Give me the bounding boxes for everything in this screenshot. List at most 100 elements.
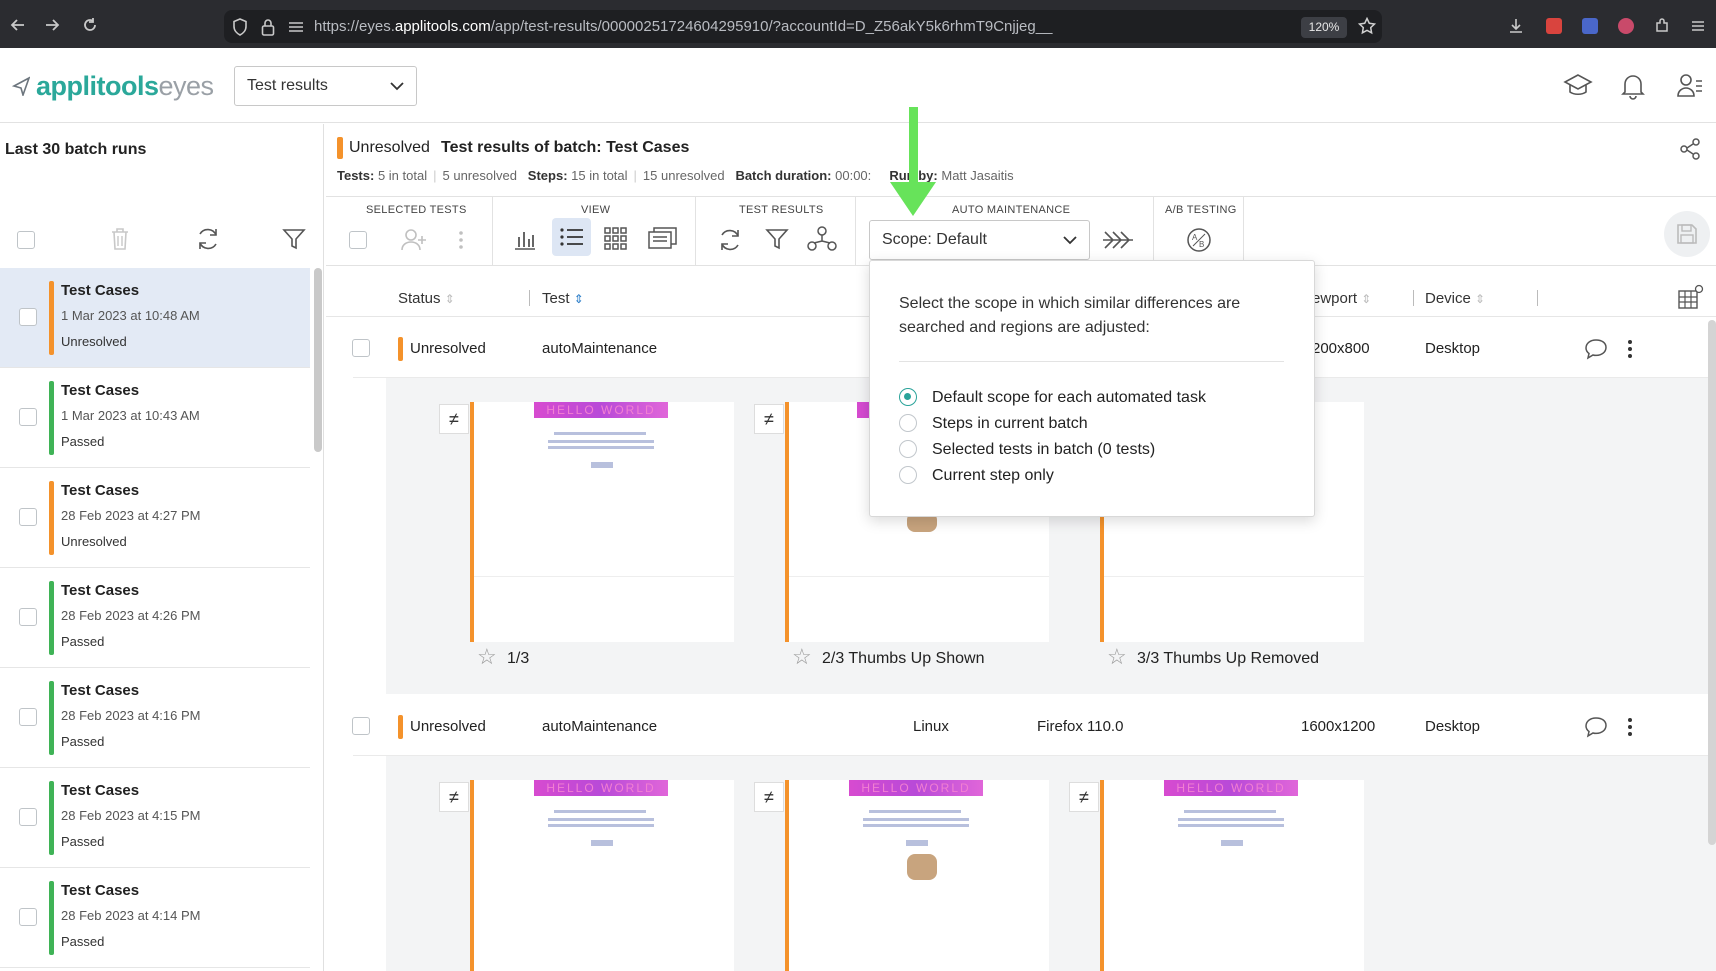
graduation-cap-icon[interactable] — [1563, 72, 1593, 100]
batch-checkbox[interactable] — [19, 408, 37, 426]
scope-dropdown[interactable]: Scope: Default — [869, 220, 1090, 260]
extension-record-icon[interactable] — [1618, 18, 1634, 34]
step-thumbnail[interactable]: HELLO WORLD — [470, 402, 734, 642]
batch-checkbox[interactable] — [19, 508, 37, 526]
share-icon[interactable] — [1679, 138, 1701, 160]
batch-checkbox[interactable] — [19, 808, 37, 826]
comment-icon[interactable] — [1584, 338, 1608, 360]
more-vertical-icon[interactable] — [1627, 717, 1633, 737]
extensions-puzzle-icon[interactable] — [1654, 18, 1670, 34]
refresh-icon[interactable] — [195, 226, 221, 252]
batch-date: 28 Feb 2023 at 4:14 PM — [61, 908, 201, 923]
scope-option-radio[interactable] — [899, 414, 917, 432]
scope-option-radio[interactable] — [899, 440, 917, 458]
site-settings-icon[interactable] — [288, 20, 304, 34]
batch-checkbox[interactable] — [19, 708, 37, 726]
step-thumbnail[interactable]: HELLO WORLD — [470, 780, 734, 971]
shield-icon[interactable] — [232, 18, 248, 36]
batch-item[interactable]: Test Cases 28 Feb 2023 at 4:27 PM Unreso… — [0, 468, 310, 568]
group-by-icon[interactable] — [807, 226, 837, 252]
duration-value: 00:00: — [835, 168, 872, 183]
row-test-name[interactable]: autoMaintenance — [542, 718, 657, 735]
batch-checkbox[interactable] — [19, 608, 37, 626]
status-bar — [49, 781, 54, 855]
reload-icon[interactable] — [81, 16, 99, 34]
column-header-viewport[interactable]: ewport ⇕ — [1312, 290, 1371, 307]
star-icon[interactable]: ☆ — [477, 646, 497, 668]
ab-testing-icon[interactable]: AB — [1186, 227, 1212, 253]
comment-icon[interactable] — [1584, 716, 1608, 738]
scope-option-label[interactable]: Steps in current batch — [932, 415, 1088, 433]
diff-indicator-icon[interactable]: ≠ — [754, 782, 784, 812]
column-header-status[interactable]: Status ⇕ — [398, 290, 455, 307]
star-icon[interactable]: ☆ — [792, 646, 812, 668]
batch-item[interactable]: Test Cases 28 Feb 2023 at 4:14 PM Passed — [0, 868, 310, 968]
filter-results-icon[interactable] — [765, 227, 789, 251]
main-scrollbar[interactable] — [1708, 320, 1716, 845]
batch-item[interactable]: Test Cases 28 Feb 2023 at 4:15 PM Passed — [0, 768, 310, 868]
batch-item[interactable]: Test Cases 28 Feb 2023 at 4:26 PM Passed — [0, 568, 310, 668]
assign-user-icon[interactable] — [401, 228, 427, 252]
browser-menu-icon[interactable] — [1690, 18, 1706, 34]
thumb-banner: HELLO WORLD — [1164, 780, 1298, 796]
thumb-banner: HELLO WORLD — [534, 780, 668, 796]
thumb-button — [906, 840, 928, 846]
row-checkbox[interactable] — [352, 717, 370, 735]
batch-item[interactable]: Test Cases 1 Mar 2023 at 10:48 AM Unreso… — [0, 268, 310, 368]
forward-icon[interactable] — [43, 16, 61, 34]
bar-chart-view-icon[interactable] — [513, 227, 537, 251]
batch-status: Unresolved — [61, 534, 127, 549]
refresh-results-icon[interactable] — [717, 227, 743, 253]
diff-indicator-icon[interactable]: ≠ — [1069, 782, 1099, 812]
scope-option-label[interactable]: Default scope for each automated task — [932, 389, 1206, 407]
batch-checkbox[interactable] — [19, 908, 37, 926]
row-checkbox[interactable] — [352, 339, 370, 357]
diff-indicator-icon[interactable]: ≠ — [439, 404, 469, 434]
column-settings-icon[interactable] — [1678, 284, 1704, 310]
diff-indicator-icon[interactable]: ≠ — [439, 782, 469, 812]
star-icon[interactable]: ☆ — [1107, 646, 1127, 668]
grid-view-icon[interactable] — [604, 227, 628, 251]
comparison-view-icon[interactable] — [648, 227, 678, 251]
user-menu-icon[interactable] — [1676, 72, 1704, 100]
download-icon[interactable] — [1508, 18, 1524, 34]
auto-maintenance-run-icon[interactable] — [1101, 228, 1135, 252]
thumb-line — [548, 818, 654, 821]
sort-icon: ⇕ — [1475, 292, 1486, 306]
status-bar — [49, 481, 54, 555]
thumb-line — [869, 810, 961, 813]
url-text[interactable]: https://eyes.applitools.com/app/test-res… — [314, 18, 1052, 35]
scope-option-radio[interactable] — [899, 388, 917, 406]
lock-icon[interactable] — [261, 18, 275, 36]
batch-item[interactable]: Test Cases 1 Mar 2023 at 10:43 AM Passed — [0, 368, 310, 468]
zoom-badge[interactable]: 120% — [1301, 17, 1347, 38]
app-logo[interactable]: applitoolseyes — [36, 71, 214, 102]
column-header-device[interactable]: Device ⇕ — [1425, 290, 1485, 307]
tests-unresolved: 5 unresolved — [442, 168, 517, 183]
scope-option-label[interactable]: Current step only — [932, 467, 1054, 485]
step-thumbnail[interactable]: HELLO WORLD — [785, 780, 1049, 971]
more-vertical-icon[interactable] — [1627, 339, 1633, 359]
sidebar-scrollbar[interactable] — [314, 268, 322, 452]
back-icon[interactable] — [9, 16, 27, 34]
row-test-name[interactable]: autoMaintenance — [542, 340, 657, 357]
diff-indicator-icon[interactable]: ≠ — [754, 404, 784, 434]
list-view-button[interactable] — [552, 218, 591, 256]
batch-checkbox[interactable] — [19, 308, 37, 326]
step-thumbnail[interactable]: HELLO WORLD — [1100, 780, 1364, 971]
filter-icon[interactable] — [282, 227, 306, 251]
extension-video-icon[interactable] — [1582, 18, 1598, 34]
extension-icon[interactable] — [1546, 18, 1562, 34]
save-button[interactable] — [1664, 211, 1710, 257]
trash-icon[interactable] — [110, 227, 130, 251]
more-vertical-icon[interactable] — [458, 230, 464, 250]
batch-item[interactable]: Test Cases 28 Feb 2023 at 4:16 PM Passed — [0, 668, 310, 768]
column-header-test[interactable]: Test ⇕ — [542, 290, 584, 307]
bell-icon[interactable] — [1620, 72, 1646, 100]
scope-option-radio[interactable] — [899, 466, 917, 484]
scope-option-label[interactable]: Selected tests in batch (0 tests) — [932, 441, 1155, 459]
page-selector[interactable]: Test results — [234, 66, 417, 106]
bookmark-star-icon[interactable] — [1358, 17, 1376, 35]
select-all-tests-checkbox[interactable] — [349, 231, 367, 249]
select-all-batches-checkbox[interactable] — [17, 231, 35, 249]
